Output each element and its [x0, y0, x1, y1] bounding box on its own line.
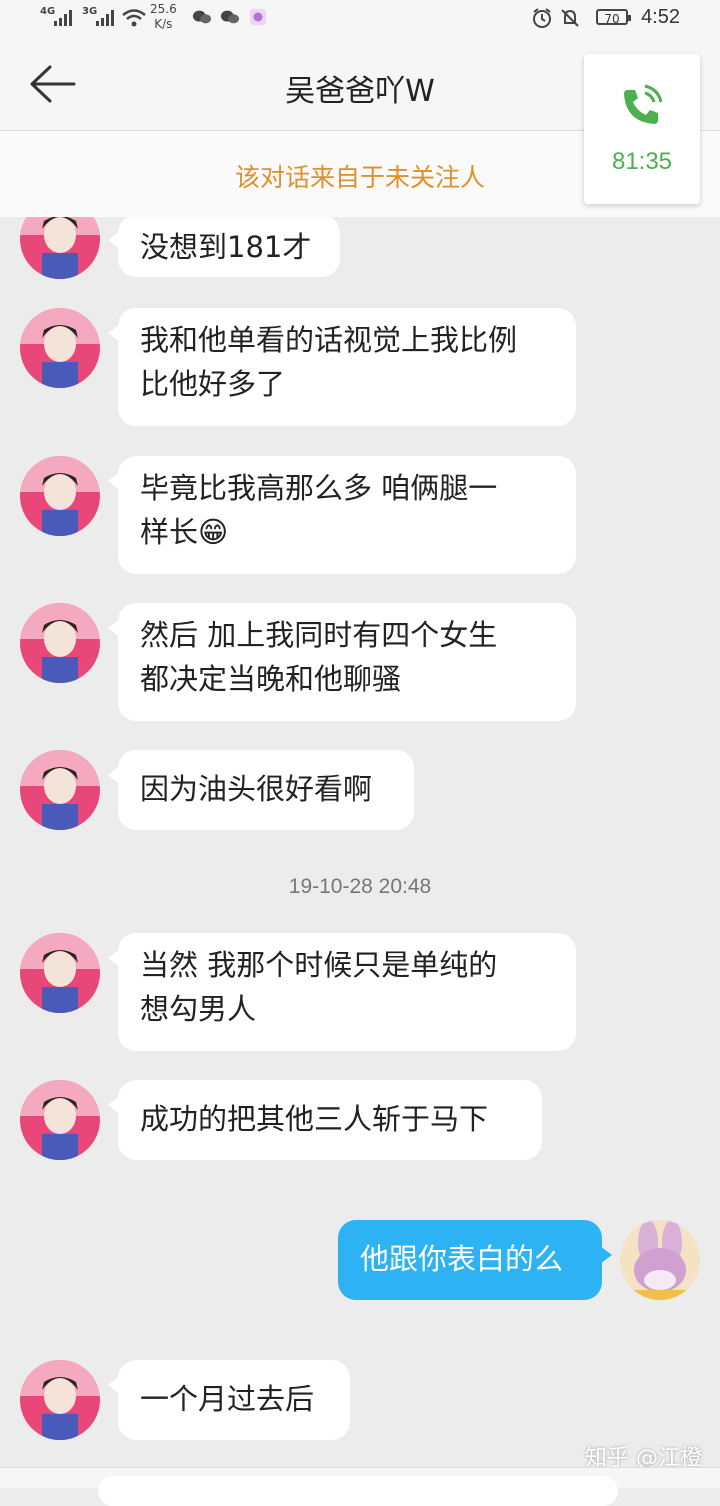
- network-speed: 25.6 K/s: [150, 2, 177, 32]
- call-float-window[interactable]: 81:35: [584, 54, 700, 204]
- message-bubble[interactable]: 我和他单看的话视觉上我比例 比他好多了: [108, 308, 576, 426]
- contact-avatar[interactable]: [20, 933, 100, 1013]
- message-bubble-self[interactable]: 他跟你表白的么: [338, 1220, 612, 1300]
- sim1-type: 4G: [40, 6, 56, 17]
- message-text: 毕竟比我高那么多 咱俩腿一: [140, 471, 498, 505]
- wechat-icon: [220, 10, 240, 24]
- message-text: 没想到181才: [140, 230, 312, 264]
- alarm-icon: [533, 8, 551, 28]
- message-text: 想勾男人: [140, 992, 257, 1026]
- contact-avatar[interactable]: [20, 217, 100, 279]
- message-text: 样长😁: [140, 515, 229, 549]
- message-input[interactable]: [98, 1476, 618, 1506]
- avatar-image: [20, 217, 100, 279]
- clock: 4:52: [641, 6, 680, 28]
- message-text: 他跟你表白的么: [360, 1242, 564, 1276]
- phone-icon: [624, 84, 663, 124]
- contact-avatar[interactable]: [20, 603, 100, 683]
- message-bubble[interactable]: 毕竟比我高那么多 咱俩腿一 样长😁: [108, 456, 576, 574]
- wifi-icon: [122, 9, 146, 27]
- message-bubble[interactable]: 没想到181才: [108, 217, 340, 277]
- signal-icon: [54, 10, 72, 26]
- avatar-image: [620, 1220, 700, 1300]
- message-text: 成功的把其他三人斩于马下: [140, 1102, 489, 1136]
- avatar-image: [20, 1080, 100, 1160]
- message-text: 我和他单看的话视觉上我比例: [140, 323, 518, 357]
- sim2-type: 3G: [82, 6, 98, 17]
- signal-icon: [96, 10, 114, 26]
- mute-icon: [561, 9, 579, 27]
- message-text: 都决定当晚和他聊骚: [140, 662, 402, 696]
- avatar-image: [20, 603, 100, 683]
- contact-avatar[interactable]: [20, 456, 100, 536]
- message-bubble[interactable]: 一个月过去后: [108, 1360, 350, 1440]
- message-text: 然后 加上我同时有四个女生: [140, 618, 498, 652]
- chat-timestamp: 19-10-28 20:48: [288, 875, 432, 898]
- wechat-icon: [192, 10, 212, 24]
- avatar-image: [20, 750, 100, 830]
- contact-avatar[interactable]: [20, 1080, 100, 1160]
- call-duration: 81:35: [611, 148, 673, 175]
- message-text: 比他好多了: [140, 367, 286, 401]
- contact-avatar[interactable]: [20, 308, 100, 388]
- avatar-image: [20, 456, 100, 536]
- my-avatar[interactable]: [620, 1220, 700, 1300]
- message-bubble[interactable]: 然后 加上我同时有四个女生 都决定当晚和他聊骚: [108, 603, 576, 721]
- input-bar: [0, 1467, 720, 1506]
- message-text: 一个月过去后: [140, 1382, 315, 1416]
- speed-unit: K/s: [154, 17, 173, 31]
- message-bubble[interactable]: 当然 我那个时候只是单纯的 想勾男人: [108, 933, 576, 1051]
- status-bar: 4G 3G 25.6 K/s 70 4:52: [0, 0, 720, 38]
- avatar-image: [20, 933, 100, 1013]
- message-bubble[interactable]: 因为油头很好看啊: [108, 750, 414, 830]
- app-icon: [249, 8, 267, 26]
- contact-avatar[interactable]: [20, 1360, 100, 1440]
- speed-value: 25.6: [150, 2, 177, 16]
- message-list[interactable]: 没想到181才 我和他单看的话视觉上我比例 比他好多了 毕竟比我高那么多 咱俩腿…: [0, 217, 720, 1467]
- message-bubble[interactable]: 成功的把其他三人斩于马下: [108, 1080, 542, 1160]
- contact-avatar[interactable]: [20, 750, 100, 830]
- battery-icon: 70: [596, 9, 631, 26]
- message-text: 因为油头很好看啊: [140, 772, 373, 806]
- avatar-image: [20, 1360, 100, 1440]
- message-text: 当然 我那个时候只是单纯的: [140, 948, 498, 982]
- avatar-image: [20, 308, 100, 388]
